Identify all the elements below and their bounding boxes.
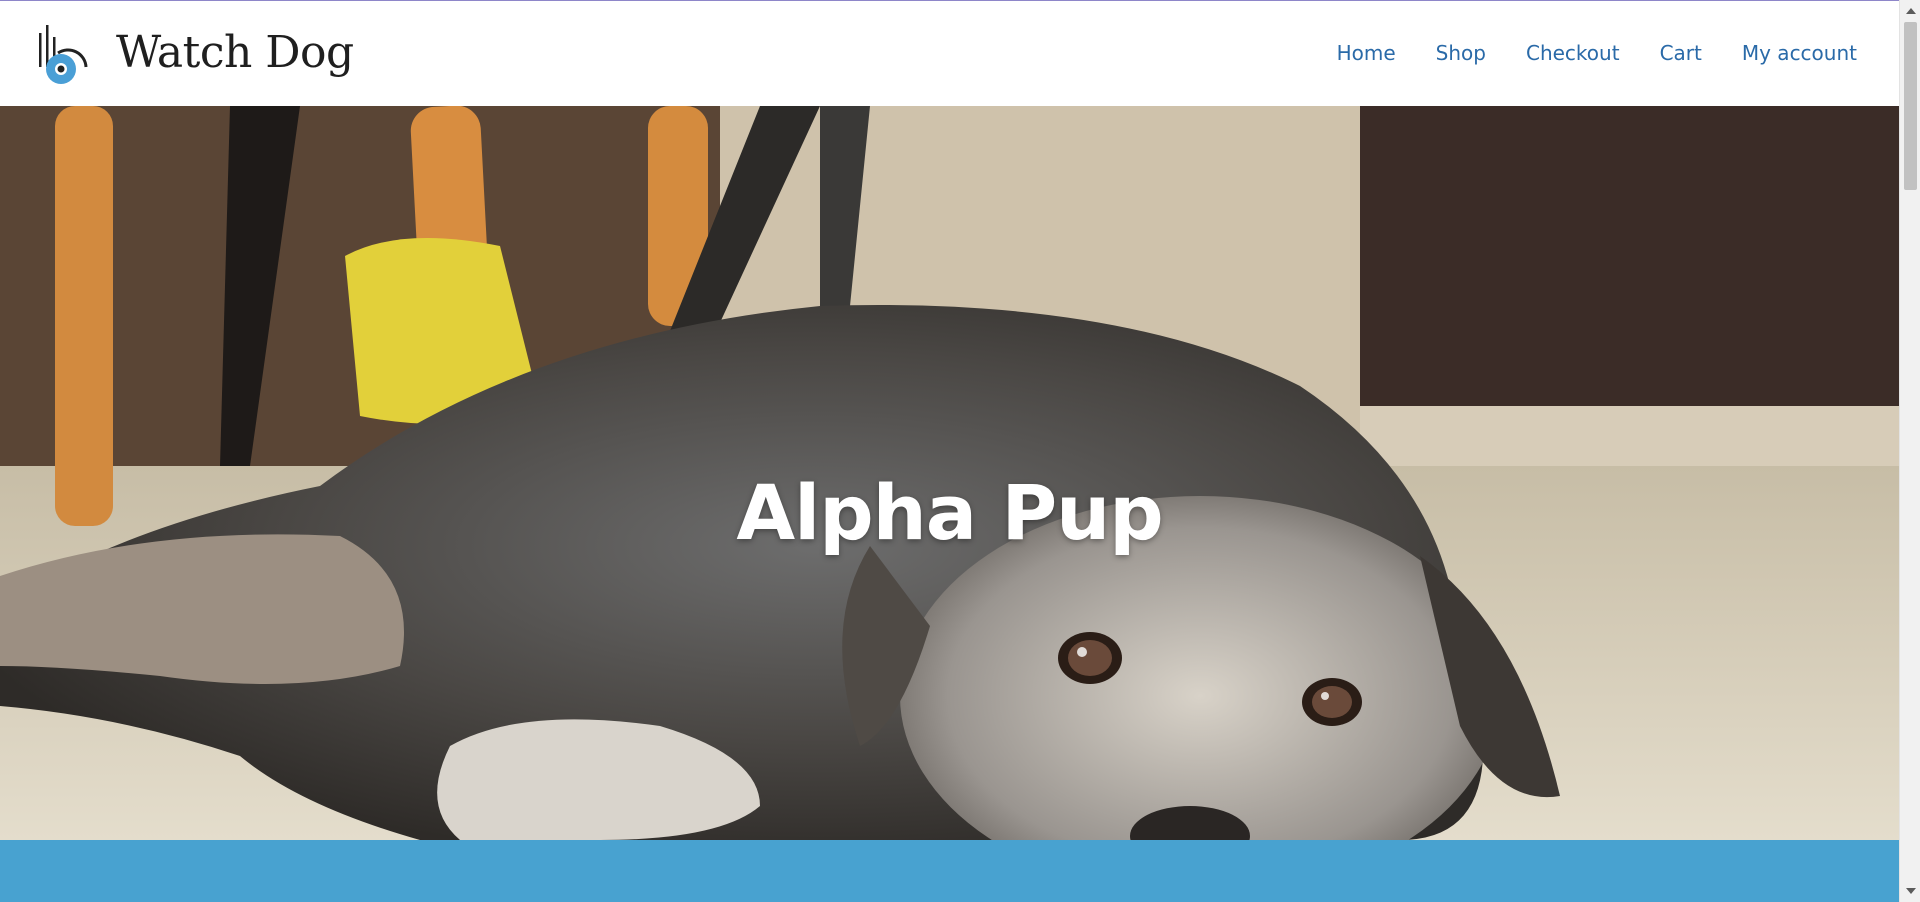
nav-shop-link[interactable]: Shop xyxy=(1436,39,1486,67)
scroll-up-arrow-icon[interactable] xyxy=(1906,8,1916,14)
nav-cart-link[interactable]: Cart xyxy=(1660,39,1702,67)
scrollbar-thumb[interactable] xyxy=(1904,22,1917,190)
hero-title: Alpha Pup xyxy=(736,468,1163,557)
watch-dog-logo-icon xyxy=(39,25,88,84)
scroll-down-arrow-icon[interactable] xyxy=(1906,888,1916,894)
page-scrollbar[interactable] xyxy=(1899,0,1920,902)
nav-checkout-link[interactable]: Checkout xyxy=(1526,39,1620,67)
nav-my-account-link[interactable]: My account xyxy=(1742,39,1857,67)
main-nav: Home Shop Checkout Cart My account xyxy=(1297,39,1857,67)
site-title[interactable]: Watch Dog xyxy=(116,27,354,79)
blue-section-band xyxy=(0,840,1899,902)
site-header: Watch Dog Home Shop Checkout Cart My acc… xyxy=(0,1,1899,106)
hero-banner: Alpha Pup xyxy=(0,106,1899,840)
nav-home-link[interactable]: Home xyxy=(1337,39,1396,67)
